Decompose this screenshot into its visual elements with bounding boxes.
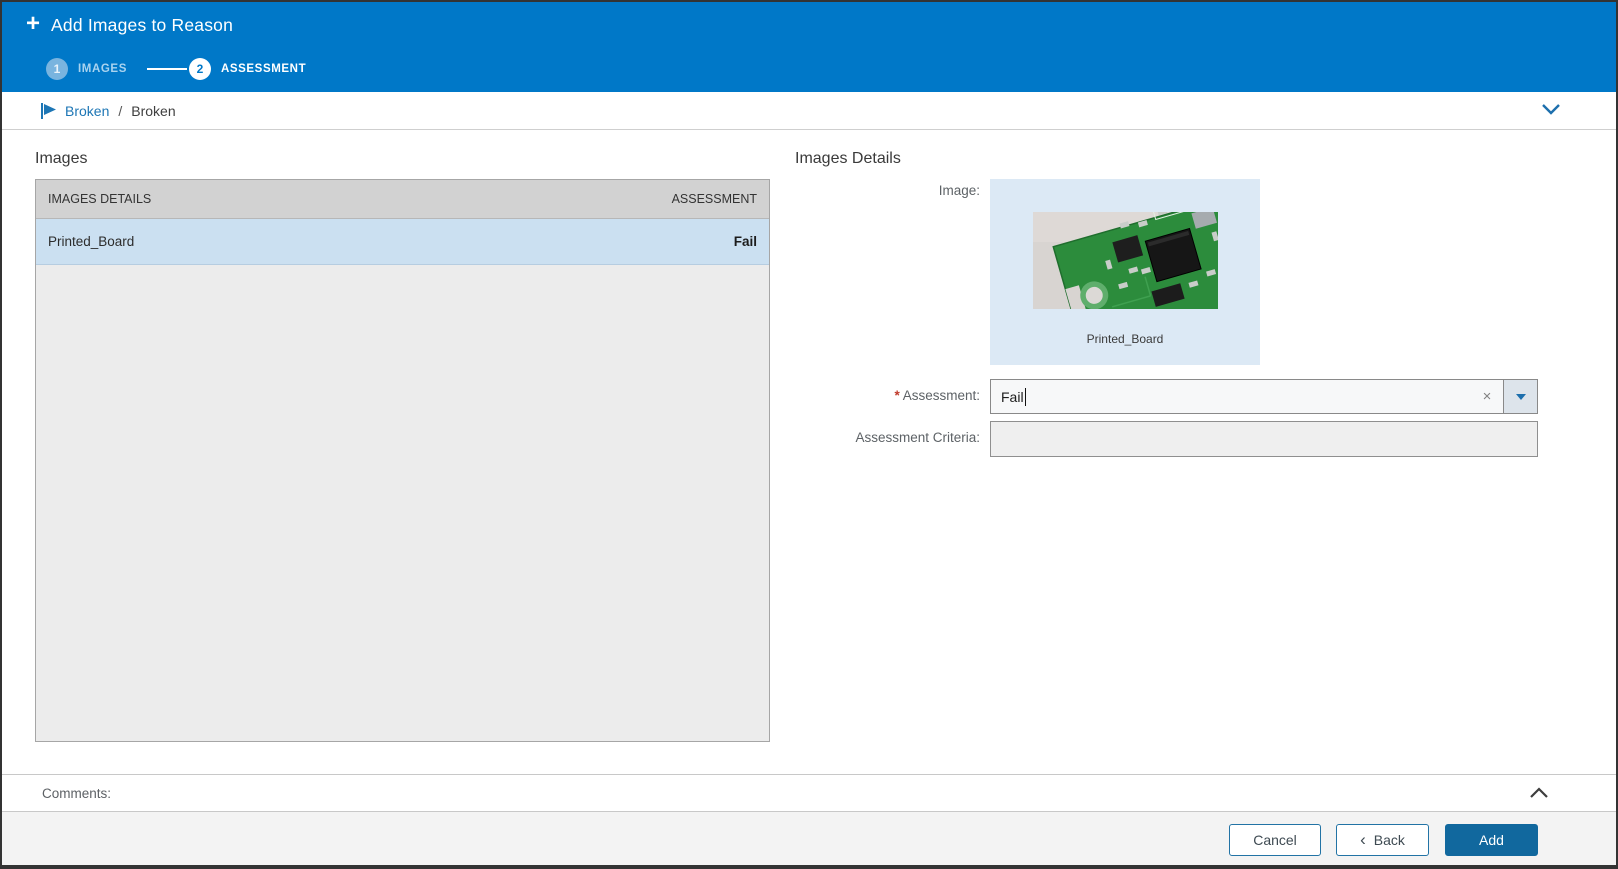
text-cursor — [1025, 388, 1026, 406]
assessment-input-value: Fail — [1001, 389, 1024, 405]
cancel-button[interactable]: Cancel — [1229, 824, 1321, 856]
details-panel-heading: Images Details — [795, 150, 901, 168]
comments-label: Comments: — [42, 786, 111, 801]
printed-board-image — [1033, 212, 1218, 309]
criteria-label: Assessment Criteria: — [795, 430, 980, 445]
column-images-details: IMAGES DETAILS — [48, 192, 151, 206]
comments-bar: Comments: — [2, 774, 1616, 812]
step-assessment-number: 2 — [189, 58, 211, 80]
assessment-input[interactable]: Fail — [991, 380, 1471, 413]
breadcrumb-link-broken[interactable]: Broken — [65, 103, 109, 119]
clear-icon[interactable]: × — [1471, 380, 1503, 413]
assessment-dropdown-button[interactable] — [1503, 380, 1537, 413]
step-images-label: IMAGES — [78, 63, 127, 75]
back-button-label: Back — [1374, 832, 1405, 848]
chevron-down-icon[interactable] — [1540, 102, 1562, 116]
assessment-label: *Assessment: — [795, 388, 980, 403]
images-table: IMAGES DETAILS ASSESSMENT Printed_Board … — [35, 179, 770, 742]
image-caption: Printed_Board — [990, 332, 1260, 346]
plus-icon: + — [26, 12, 40, 36]
column-assessment: ASSESSMENT — [672, 192, 757, 206]
dialog-header: + Add Images to Reason 1 IMAGES 2 ASSESS… — [2, 2, 1616, 92]
assessment-field-group: Fail × — [990, 379, 1538, 414]
image-preview-tile: Printed_Board — [990, 179, 1260, 365]
cancel-button-label: Cancel — [1253, 832, 1297, 848]
back-button[interactable]: ‹ Back — [1336, 824, 1429, 856]
images-panel-heading: Images — [35, 150, 87, 168]
chevron-up-icon[interactable] — [1528, 786, 1550, 800]
cell-images-details: Printed_Board — [48, 234, 134, 249]
step-connector — [147, 68, 187, 70]
dialog-title: Add Images to Reason — [51, 15, 233, 36]
breadcrumb-separator: / — [118, 103, 122, 119]
flag-icon — [40, 103, 58, 119]
required-asterisk: * — [894, 388, 899, 403]
step-images[interactable]: 1 IMAGES — [46, 58, 127, 80]
dialog-footer: Cancel ‹ Back Add — [2, 812, 1616, 865]
breadcrumb: Broken / Broken — [2, 92, 1616, 130]
step-images-number: 1 — [46, 58, 68, 80]
caret-down-icon — [1516, 394, 1526, 400]
images-table-header: IMAGES DETAILS ASSESSMENT — [36, 180, 769, 219]
wizard-stepper: 1 IMAGES 2 ASSESSMENT — [46, 58, 306, 80]
cell-assessment: Fail — [734, 234, 757, 249]
add-button[interactable]: Add — [1445, 824, 1538, 856]
image-label: Image: — [795, 183, 980, 198]
assessment-criteria-input[interactable] — [990, 421, 1538, 457]
dialog-title-row: + Add Images to Reason — [26, 13, 233, 37]
table-row-printed-board[interactable]: Printed_Board Fail — [36, 219, 769, 265]
step-assessment[interactable]: 2 ASSESSMENT — [189, 58, 306, 80]
step-assessment-label: ASSESSMENT — [221, 63, 306, 75]
chevron-left-icon: ‹ — [1360, 831, 1366, 848]
breadcrumb-current: Broken — [131, 103, 175, 119]
add-images-dialog: + Add Images to Reason 1 IMAGES 2 ASSESS… — [0, 0, 1618, 869]
add-button-label: Add — [1479, 832, 1504, 848]
